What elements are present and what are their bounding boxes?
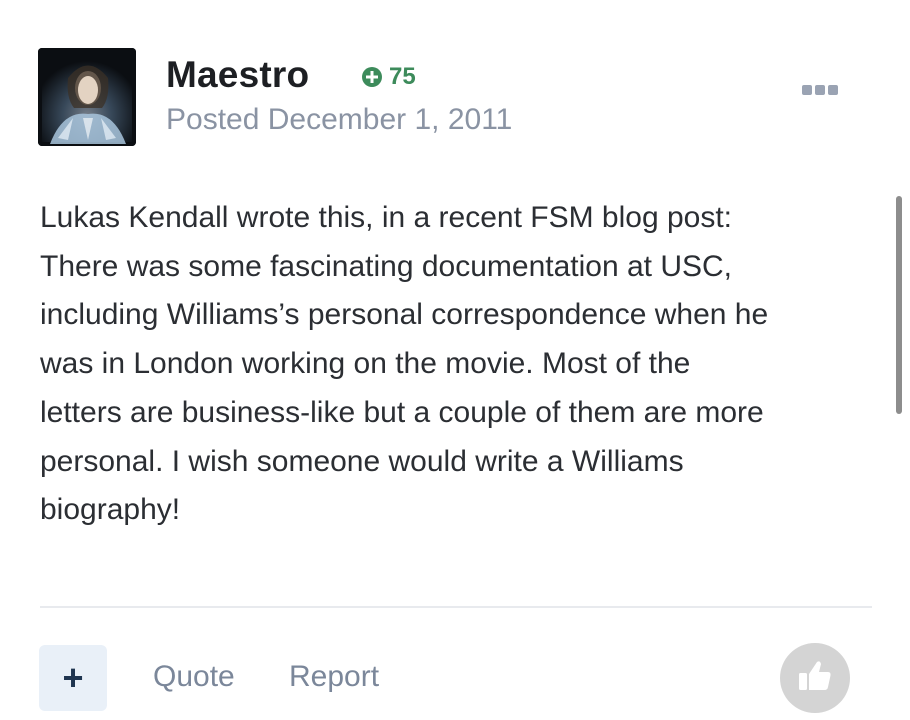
scrollbar[interactable] bbox=[896, 196, 902, 414]
menu-dot bbox=[802, 85, 812, 95]
post-body-line: personal. I wish someone would write a W… bbox=[40, 444, 684, 478]
author-name[interactable]: Maestro bbox=[166, 54, 309, 96]
forum-post: Maestro 75 Posted December 1, 2011 Lukas… bbox=[0, 0, 910, 720]
post-body-line: Lukas Kendall wrote this, in a recent FS… bbox=[40, 201, 733, 234]
thumbs-up-icon bbox=[795, 656, 835, 701]
multiquote-button[interactable]: + bbox=[39, 645, 107, 711]
ellipsis-icon[interactable] bbox=[802, 82, 842, 98]
post-body-line: including Williams’s personal correspond… bbox=[40, 298, 769, 332]
post-body-line: letters are business-like but a couple o… bbox=[40, 395, 764, 429]
quote-button[interactable]: Quote bbox=[153, 660, 235, 694]
posted-date[interactable]: December 1, 2011 bbox=[268, 103, 513, 136]
reputation-badge: 75 bbox=[360, 63, 416, 91]
reputation-count: 75 bbox=[389, 63, 416, 90]
like-button[interactable] bbox=[780, 643, 850, 713]
post-timestamp: Posted December 1, 2011 bbox=[166, 103, 512, 137]
divider bbox=[40, 606, 872, 608]
posted-prefix: Posted bbox=[166, 103, 260, 136]
plus-circle-icon bbox=[360, 65, 384, 89]
report-button[interactable]: Report bbox=[289, 660, 379, 694]
post-body-line: There was some fascinating documentation… bbox=[40, 249, 733, 283]
menu-dot bbox=[828, 85, 838, 95]
post-body-line: was in London working on the movie. Most… bbox=[40, 347, 691, 381]
post-body-line: biography! bbox=[40, 493, 181, 527]
post-body: Lukas Kendall wrote this, in a recent FS… bbox=[40, 194, 870, 535]
menu-dot bbox=[815, 85, 825, 95]
plus-icon: + bbox=[62, 657, 84, 698]
avatar[interactable] bbox=[38, 48, 136, 146]
avatar-image bbox=[38, 48, 136, 146]
